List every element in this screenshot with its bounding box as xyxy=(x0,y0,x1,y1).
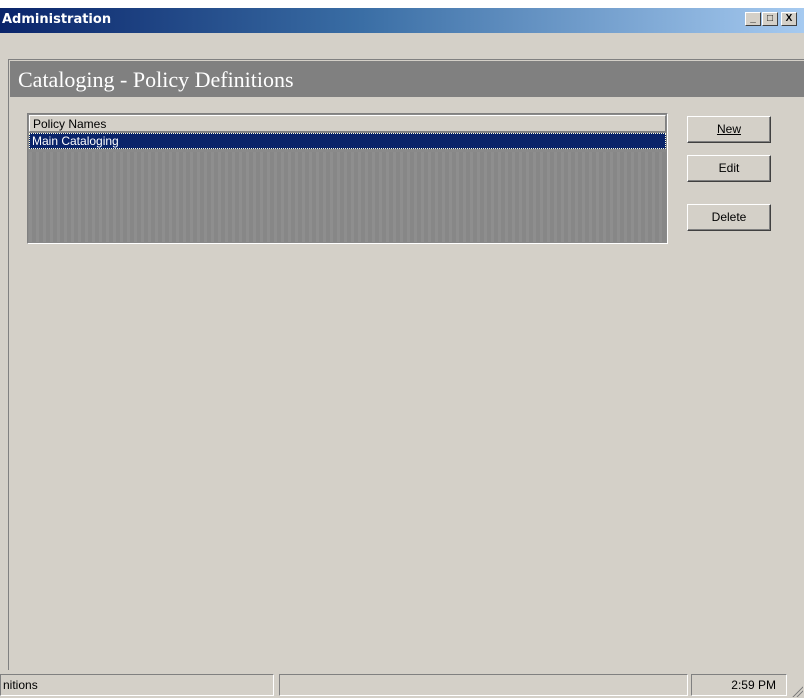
list-item-selected[interactable]: Main Cataloging xyxy=(29,133,666,149)
close-icon[interactable]: X xyxy=(781,12,797,26)
status-bar: nitions 2:59 PM xyxy=(0,672,804,698)
status-text: nitions xyxy=(3,678,38,692)
column-header-label: Policy Names xyxy=(33,117,107,131)
maximize-icon[interactable]: □ xyxy=(762,12,778,26)
window-titlebar[interactable]: Administration _ □ X xyxy=(0,8,804,33)
edit-button[interactable]: Edit xyxy=(687,155,771,182)
list-empty-area[interactable] xyxy=(29,152,666,242)
delete-button[interactable]: Delete xyxy=(687,204,771,231)
new-button-label: New xyxy=(716,122,741,136)
window-title: Administration xyxy=(2,12,112,27)
page-banner: Cataloging - Policy Definitions xyxy=(10,61,804,97)
resize-grip-icon[interactable] xyxy=(791,685,803,697)
top-strip xyxy=(0,0,804,8)
column-header-policy-names[interactable]: Policy Names xyxy=(29,115,666,132)
edit-button-label: Edit xyxy=(718,161,740,175)
list-item-label: Main Cataloging xyxy=(32,134,119,148)
page-title: Cataloging - Policy Definitions xyxy=(18,67,294,92)
delete-button-label: Delete xyxy=(711,210,747,224)
policy-list[interactable]: Policy Names Main Cataloging xyxy=(27,113,668,244)
status-panel-left: nitions xyxy=(0,674,274,696)
status-panel-middle xyxy=(279,674,688,696)
status-panel-time: 2:59 PM xyxy=(691,674,787,696)
minimize-icon[interactable]: _ xyxy=(745,12,761,26)
status-time: 2:59 PM xyxy=(731,678,776,692)
new-button[interactable]: New xyxy=(687,116,771,143)
